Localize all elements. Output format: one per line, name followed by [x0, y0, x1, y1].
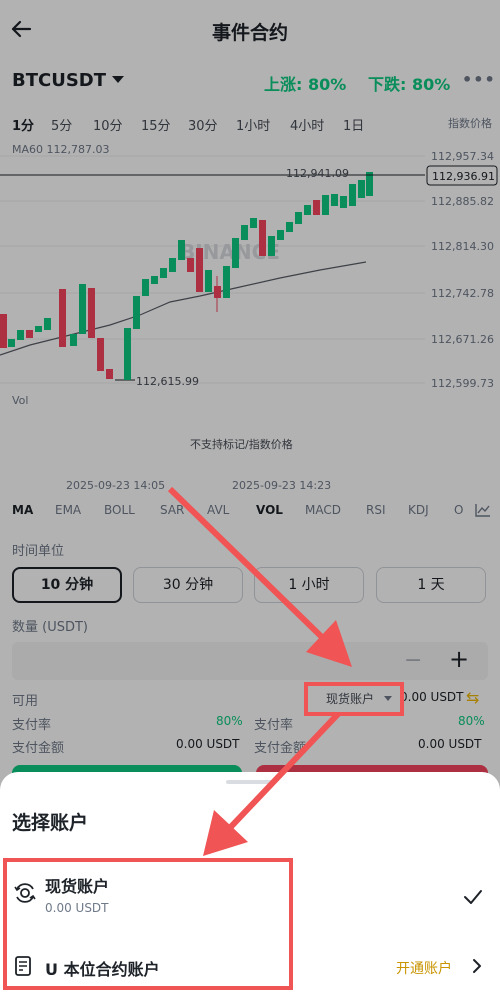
futures-account-name: U 本位合约账户	[45, 960, 160, 979]
spot-wallet-icon	[14, 883, 36, 903]
sheet-handle[interactable]	[226, 780, 274, 784]
check-icon	[464, 890, 482, 904]
chevron-right-icon[interactable]	[470, 958, 484, 974]
spot-account-balance: 0.00 USDT	[45, 901, 109, 915]
spot-account-name: 现货账户	[45, 877, 110, 896]
spot-account-option[interactable]	[0, 860, 500, 935]
futures-document-icon	[15, 956, 31, 976]
sheet-title: 选择账户	[12, 812, 89, 834]
open-account-link[interactable]: 开通账户	[396, 958, 452, 978]
